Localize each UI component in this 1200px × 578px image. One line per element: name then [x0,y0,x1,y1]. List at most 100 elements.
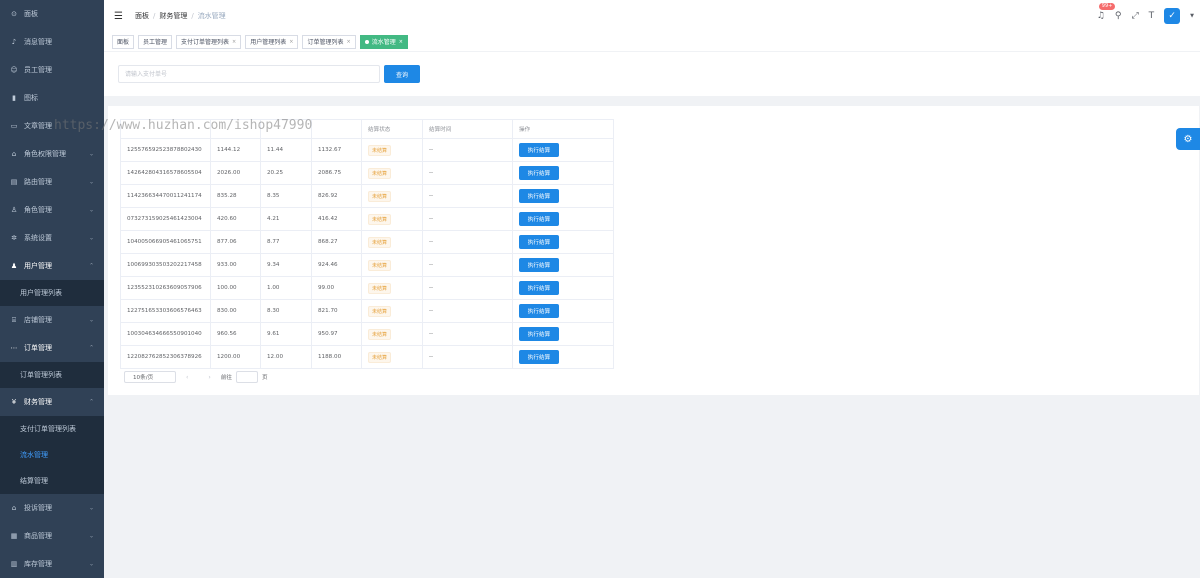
action-cell: 执行结算 [512,138,614,162]
tag-dashboard[interactable]: 面板 [112,34,135,49]
column-header [120,119,211,139]
search-input[interactable] [118,65,380,83]
sidebar-item-finance[interactable]: ¥ 财务管理 ⌃ [0,388,104,416]
close-icon[interactable]: × [289,39,293,45]
tag-flow[interactable]: 流水管理 × [359,34,408,49]
table-cell: 8.77 [260,230,312,254]
table-row: 125576592523878802430 1144.12 11.44 1132.67… [120,138,614,162]
sidebar-item-icons[interactable]: ▮ 图标 [0,84,104,112]
complaint-icon: ⌂ [11,504,17,512]
gear-icon: ✲ [11,234,17,242]
sidebar-item-goods[interactable]: ▦ 商品管理 ⌄ [0,522,104,550]
chevron-left-icon[interactable]: ‹ [186,374,188,381]
table-cell: 4.21 [260,207,312,231]
settings-gear-icon[interactable]: ⚙ [1176,128,1200,150]
sidebar-item-stock[interactable]: ▥ 库存管理 ⌄ [0,550,104,578]
table-cell: 933.00 [210,253,261,277]
sidebar-item-staff[interactable]: ☺ 员工管理 [0,56,104,84]
icon-icon: ▮ [12,94,16,102]
sidebar-subitem-order-list[interactable]: 订单管理列表 [0,362,104,388]
caret-down-icon[interactable]: ▼ [1190,13,1194,19]
sidebar-item-role-permission[interactable]: ⌂ 角色权限管理 ⌄ [0,140,104,168]
font-size-icon[interactable]: T [1149,11,1155,21]
chevron-down-icon: ⌄ [88,178,94,186]
execute-settlement-button[interactable]: 执行结算 [519,258,559,272]
sidebar-subitem-settlement[interactable]: 结算管理 [0,468,104,494]
execute-settlement-button[interactable]: 执行结算 [519,281,559,295]
breadcrumb-separator: / [152,12,156,20]
table-cell: 2086.75 [311,161,362,185]
sidebar-item-messages[interactable]: ♪ 消息管理 [0,28,104,56]
page-size-select[interactable]: 10条/页 [124,371,176,383]
column-header [311,119,362,139]
navbar-tools: ♫ 99+ ⚲ ⤢ T ✓ ▼ [1097,0,1194,32]
sidebar: ⊙ 面板 ♪ 消息管理 ☺ 员工管理 ▮ 图标 ▭ 文章管理 ⌂ 角色权限管理 ⌄ ▤ 路由管理… [0,0,104,578]
sidebar-item-users[interactable]: ♟ 用户管理 ⌃ [0,252,104,280]
close-icon[interactable]: × [232,39,236,45]
table-cell: 868.27 [311,230,362,254]
sidebar-item-dashboard[interactable]: ⊙ 面板 [0,0,104,28]
table-cell: 420.60 [210,207,261,231]
execute-settlement-button[interactable]: 执行结算 [519,166,559,180]
notification-badge: 99+ [1098,3,1116,10]
table-cell: 11.44 [260,138,312,162]
document-icon: ▭ [10,122,18,130]
table-cell: 125576592523878802430 [120,138,211,162]
search-button[interactable]: 查询 [384,65,420,83]
column-header: 结算时间 [422,119,513,139]
table-cell: 122751653303606576463 [120,299,211,323]
table-cell: 1.00 [260,276,312,300]
sidebar-item-orders[interactable]: ⋯ 订单管理 ⌃ [0,334,104,362]
sidebar-item-settings[interactable]: ✲ 系统设置 ⌄ [0,224,104,252]
sidebar-subitem-payment-orders[interactable]: 支付订单管理列表 [0,416,104,442]
sidebar-item-routes[interactable]: ▤ 路由管理 ⌄ [0,168,104,196]
table-cell: 835.28 [210,184,261,208]
chevron-right-icon[interactable]: › [208,374,210,381]
sidebar-item-shops[interactable]: ⌸ 店铺管理 ⌄ [0,306,104,334]
sidebar-item-articles[interactable]: ▭ 文章管理 [0,112,104,140]
execute-settlement-button[interactable]: 执行结算 [519,212,559,226]
execute-settlement-button[interactable]: 执行结算 [519,235,559,249]
status-cell: 未结算 [361,161,423,185]
tag-staff[interactable]: 员工管理 [138,34,173,49]
goto-page-input[interactable] [236,371,259,383]
table-cell: 877.06 [210,230,261,254]
avatar[interactable]: ✓ [1164,8,1181,24]
close-icon[interactable]: × [399,39,403,45]
execute-settlement-button[interactable]: 执行结算 [519,143,559,157]
breadcrumb-item[interactable]: 面板 [135,11,149,21]
execute-settlement-button[interactable]: 执行结算 [519,189,559,203]
navbar: ☰ 面板 / 财务管理 / 流水管理 ♫ 99+ ⚲ ⤢ T ✓ ▼ [104,0,1200,32]
tag-order-list[interactable]: 订单管理列表 × [302,34,356,49]
status-badge: 未结算 [368,328,392,340]
table-row: 122751653303606576463 830.00 8.30 821.70 未结算… [120,299,614,323]
tag-payment-orders[interactable]: 支付订单管理列表 × [176,34,242,49]
hamburger-icon[interactable]: ☰ [114,11,123,22]
search-icon[interactable]: ⚲ [1115,11,1122,21]
status-cell: 未结算 [361,184,423,208]
status-badge: 未结算 [368,351,392,363]
sidebar-item-roles[interactable]: ♙ 角色管理 ⌄ [0,196,104,224]
flow-table: 结算状态 结算时间 操作 125576592523878802430 1144.1… [120,119,614,369]
action-cell: 执行结算 [512,161,614,185]
execute-settlement-button[interactable]: 执行结算 [519,327,559,341]
table-cell: 100699303503202217458 [120,253,211,277]
table-cell: 100304634666550901040 [120,322,211,346]
lock-icon: ⌂ [11,150,17,158]
status-cell: 未结算 [361,322,423,346]
notification-bell-icon[interactable]: ♫ 99+ [1097,3,1116,21]
sidebar-item-complaints[interactable]: ⌂ 投诉管理 ⌄ [0,494,104,522]
execute-settlement-button[interactable]: 执行结算 [519,304,559,318]
table-cell: 1144.12 [210,138,261,162]
sidebar-subitem-user-list[interactable]: 用户管理列表 [0,280,104,306]
breadcrumb: 面板 / 财务管理 / 流水管理 [135,11,226,21]
action-cell: 执行结算 [512,322,614,346]
table-row: 122082762852306378926 1200.00 12.00 1188.00… [120,345,614,369]
close-icon[interactable]: × [346,39,350,45]
shop-icon: ⌸ [11,315,17,324]
fullscreen-icon[interactable]: ⤢ [1131,11,1138,21]
breadcrumb-item[interactable]: 财务管理 [159,11,187,21]
execute-settlement-button[interactable]: 执行结算 [519,350,559,364]
tag-user-list[interactable]: 用户管理列表 × [245,34,299,49]
sidebar-subitem-flow[interactable]: 流水管理 [0,442,104,468]
